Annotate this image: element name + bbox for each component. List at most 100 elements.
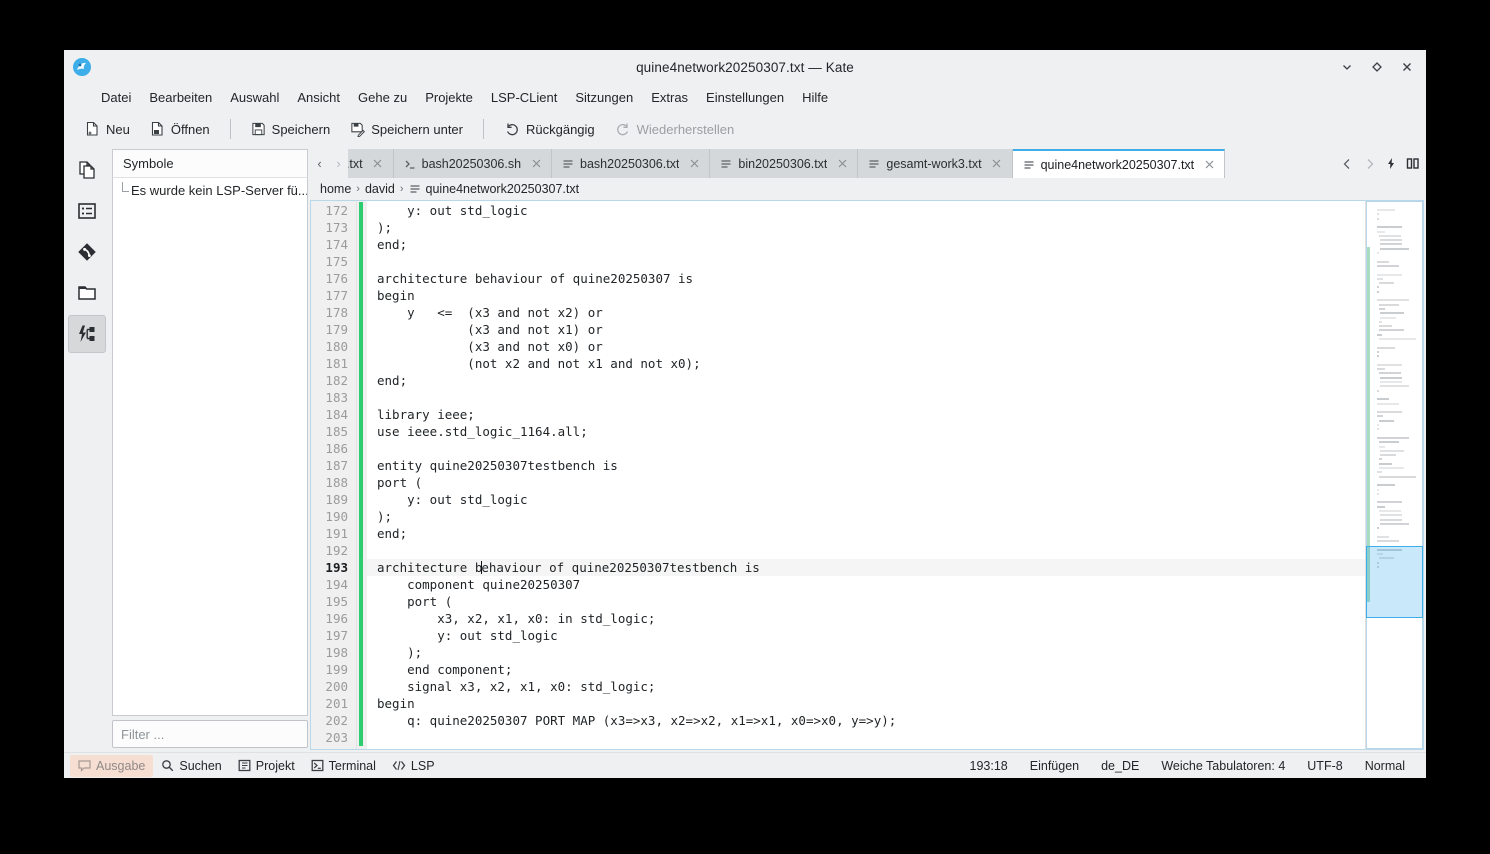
folding-and-modified-bar[interactable]	[357, 201, 367, 749]
tab-close-icon[interactable]	[687, 157, 701, 171]
minimize-button[interactable]	[1334, 54, 1360, 80]
rail-item-outline[interactable]	[68, 192, 106, 230]
main-body: Symbole Es wurde kein LSP-Server fü... F…	[64, 147, 1426, 752]
code-line[interactable]: q: quine20250307 PORT MAP (x3=>x3, x2=>x…	[367, 712, 1365, 729]
code-line[interactable]: y: out std_logic	[367, 202, 1365, 219]
statusbar-cursor-position[interactable]: 193:18	[959, 759, 1019, 773]
code-line[interactable]: signal x3, x2, x1, x0: std_logic;	[367, 678, 1365, 695]
minimap-viewport[interactable]	[1366, 546, 1423, 618]
symbols-filter-input[interactable]: Filter ...	[112, 720, 308, 748]
code-line[interactable]	[367, 729, 1365, 746]
tab-scroll-left-button[interactable]: ‹	[310, 149, 329, 178]
code-line[interactable]: y: out std_logic	[367, 491, 1365, 508]
code-line[interactable]: port (	[367, 474, 1365, 491]
menu-hilfe[interactable]: Hilfe	[793, 86, 837, 109]
code-line[interactable]: (x3 and not x0) or	[367, 338, 1365, 355]
code-line[interactable]: begin	[367, 695, 1365, 712]
code-line[interactable]: end;	[367, 236, 1365, 253]
rail-item-git[interactable]	[68, 233, 106, 271]
code-line[interactable]: component quine20250307	[367, 576, 1365, 593]
rail-item-documents[interactable]	[68, 151, 106, 189]
menu-extras[interactable]: Extras	[642, 86, 697, 109]
minimap-line	[1377, 403, 1399, 405]
code-line[interactable]: end;	[367, 525, 1365, 542]
tab-prev-button[interactable]	[1336, 149, 1358, 178]
tab-item-1[interactable]: bash20250306.sh	[394, 149, 552, 178]
menu-einstellungen[interactable]: Einstellungen	[697, 86, 793, 109]
list-item[interactable]: Es wurde kein LSP-Server fü...	[113, 182, 307, 199]
code-line[interactable]: y <= (x3 and not x2) or	[367, 304, 1365, 321]
statusbar-search-button[interactable]: Suchen	[153, 755, 229, 777]
menu-ansicht[interactable]: Ansicht	[288, 86, 349, 109]
code-line[interactable]: (not x2 and not x1 and not x0);	[367, 355, 1365, 372]
tab-item-4[interactable]: gesamt-work3.txt	[858, 149, 1012, 178]
tab-scroll-right-button[interactable]: ›	[329, 149, 348, 178]
menu-gehe-zu[interactable]: Gehe zu	[349, 86, 416, 109]
tab-close-icon[interactable]	[529, 157, 543, 171]
code-line[interactable]: (x3 and not x1) or	[367, 321, 1365, 338]
statusbar-output-button[interactable]: Ausgabe	[70, 755, 153, 777]
statusbar-mode[interactable]: Normal	[1354, 759, 1416, 773]
menu-projekte[interactable]: Projekte	[416, 86, 482, 109]
statusbar-encoding[interactable]: UTF-8	[1296, 759, 1353, 773]
code-line[interactable]: end component;	[367, 661, 1365, 678]
code-line[interactable]: y: out std_logic	[367, 627, 1365, 644]
tab-item-0[interactable]: 5.txt	[348, 149, 394, 178]
code-line[interactable]	[367, 253, 1365, 270]
tab-item-3[interactable]: bin20250306.txt	[710, 149, 858, 178]
tab-close-icon[interactable]	[371, 157, 385, 171]
tab-next-button[interactable]	[1358, 149, 1380, 178]
save-as-icon	[350, 121, 365, 137]
undo-button[interactable]: Rückgängig	[495, 115, 604, 143]
tab-item-5-active[interactable]: quine4network20250307.txt	[1013, 149, 1226, 178]
breadcrumb-part-home[interactable]: home	[320, 182, 351, 196]
minimap-scrollbar[interactable]	[1365, 201, 1423, 749]
save-button[interactable]: Speichern	[242, 115, 340, 143]
menu-auswahl[interactable]: Auswahl	[221, 86, 288, 109]
code-line[interactable]: library ieee;	[367, 406, 1365, 423]
code-line[interactable]	[367, 440, 1365, 457]
code-line[interactable]: x3, x2, x1, x0: in std_logic;	[367, 610, 1365, 627]
menu-sitzungen[interactable]: Sitzungen	[566, 86, 642, 109]
tab-item-2[interactable]: bash20250306.txt	[552, 149, 710, 178]
statusbar-locale[interactable]: de_DE	[1090, 759, 1150, 773]
close-button[interactable]	[1394, 54, 1420, 80]
menu-datei[interactable]: Datei	[92, 86, 140, 109]
open-button[interactable]: Öffnen	[141, 115, 219, 143]
code-line[interactable]	[367, 389, 1365, 406]
code-line-current[interactable]: architecture behaviour of quine20250307t…	[367, 559, 1365, 576]
code-line[interactable]: port (	[367, 593, 1365, 610]
chevron-right-icon: ›	[400, 183, 404, 195]
code-line[interactable]	[367, 542, 1365, 559]
rail-item-filesystem[interactable]	[68, 274, 106, 312]
statusbar-terminal-button[interactable]: Terminal	[303, 755, 384, 777]
code-line[interactable]: architecture behaviour of quine20250307 …	[367, 270, 1365, 287]
symbols-list[interactable]: Es wurde kein LSP-Server fü...	[112, 178, 308, 716]
code-line[interactable]: entity quine20250307testbench is	[367, 457, 1365, 474]
statusbar-project-button[interactable]: Projekt	[230, 755, 303, 777]
code-line[interactable]: );	[367, 644, 1365, 661]
code-line[interactable]: );	[367, 219, 1365, 236]
breadcrumb-part-david[interactable]: david	[365, 182, 395, 196]
code-line[interactable]: );	[367, 508, 1365, 525]
code-line[interactable]: begin	[367, 287, 1365, 304]
code-line[interactable]: end;	[367, 372, 1365, 389]
statusbar-tab-setting[interactable]: Weiche Tabulatoren: 4	[1150, 759, 1296, 773]
code-line[interactable]: use ieee.std_logic_1164.all;	[367, 423, 1365, 440]
tab-close-icon[interactable]	[1202, 158, 1216, 172]
line-number: 172	[311, 202, 356, 219]
statusbar-lsp-button[interactable]: LSP	[384, 755, 443, 777]
statusbar-insert-mode[interactable]: Einfügen	[1019, 759, 1090, 773]
rail-item-lsp-symbols[interactable]	[68, 315, 106, 353]
lightning-icon[interactable]	[1380, 149, 1402, 178]
new-button[interactable]: Neu	[76, 115, 139, 143]
maximize-button[interactable]	[1364, 54, 1390, 80]
menu-bearbeiten[interactable]: Bearbeiten	[140, 86, 221, 109]
split-view-icon[interactable]	[1402, 149, 1424, 178]
breadcrumb-file[interactable]: quine4network20250307.txt	[426, 182, 580, 196]
tab-close-icon[interactable]	[990, 157, 1004, 171]
tab-close-icon[interactable]	[835, 157, 849, 171]
menu-lsp-client[interactable]: LSP-CLient	[482, 86, 566, 109]
code-text-area[interactable]: y: out std_logic);end;architecture behav…	[367, 201, 1365, 749]
save-as-button[interactable]: Speichern unter	[341, 115, 472, 143]
